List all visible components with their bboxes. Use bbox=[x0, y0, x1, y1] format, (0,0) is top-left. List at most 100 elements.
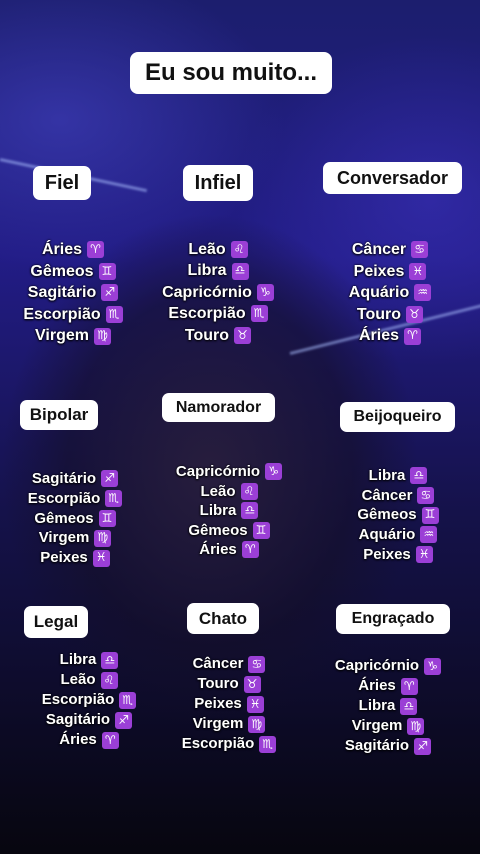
zodiac-symbol-icon: ♊ bbox=[252, 521, 270, 539]
sign-name: Capricórnio bbox=[162, 283, 252, 301]
zodiac-symbol-icon: ♏ bbox=[105, 306, 123, 324]
zodiac-symbol-icon: ♓ bbox=[92, 549, 110, 567]
zodiac-symbol-icon: ♈ bbox=[241, 541, 259, 559]
sign-name: Libra bbox=[199, 502, 237, 519]
sign-row: Virgem ♍ bbox=[39, 528, 112, 548]
sign-row: Capricórnio ♑ bbox=[334, 656, 442, 676]
sign-name: Libra bbox=[59, 651, 97, 668]
sign-name: Touro bbox=[356, 305, 402, 323]
sign-row: Peixes ♓ bbox=[354, 261, 427, 283]
sign-name: Escorpião bbox=[168, 305, 246, 323]
zodiac-symbol-icon: ♐ bbox=[101, 470, 119, 488]
zodiac-symbol-icon: ♑ bbox=[265, 463, 283, 481]
sign-row: Capricórnio ♑ bbox=[175, 462, 283, 482]
sign-name: Capricórnio bbox=[334, 657, 420, 674]
zodiac-symbol-icon: ♎ bbox=[231, 262, 249, 280]
zodiac-symbol-icon: ♎ bbox=[410, 467, 428, 485]
title-label: Eu sou muito... bbox=[130, 52, 332, 94]
sign-list-legal: Libra ♎ Leão ♌ Escorpião ♏ Sagitário ♐ Áries ♈ bbox=[28, 650, 150, 750]
label-beijoqueiro: Beijoqueiro bbox=[340, 402, 455, 432]
sign-row: Áries ♈ bbox=[41, 239, 105, 261]
sign-list-beijoqueiro: Libra ♎ Câncer ♋ Gêmeos ♊ Aquário ♒ Peixes ♓ bbox=[336, 466, 460, 565]
sign-name: Touro bbox=[184, 326, 230, 344]
sign-row: Virgem ♍ bbox=[193, 714, 266, 734]
zodiac-symbol-icon: ♎ bbox=[241, 502, 259, 520]
sign-list-conversador: Câncer ♋ Peixes ♓ Aquário ♒ Touro ♉ Áries ♈ bbox=[328, 239, 452, 347]
sign-list-chato: Câncer ♋ Touro ♉ Peixes ♓ Virgem ♍ Escorpião ♏ bbox=[164, 654, 294, 754]
sign-name: Aquário bbox=[348, 284, 410, 302]
sign-name: Peixes bbox=[363, 545, 411, 563]
zodiac-symbol-icon: ♍ bbox=[248, 715, 266, 733]
sign-row: Capricórnio ♑ bbox=[162, 282, 274, 303]
zodiac-symbol-icon: ♌ bbox=[230, 241, 248, 259]
sign-list-namorador: Capricórnio ♑ Leão ♌ Libra ♎ Gêmeos ♊ Áries ♈ bbox=[164, 462, 294, 560]
sign-row: Leão ♌ bbox=[60, 670, 118, 690]
sign-row: Sagitário ♐ bbox=[45, 710, 133, 730]
sign-name: Câncer bbox=[192, 655, 244, 672]
label-fiel: Fiel bbox=[33, 166, 91, 200]
sign-name: Virgem bbox=[38, 529, 90, 547]
sign-row: Sagitário ♐ bbox=[344, 736, 432, 756]
zodiac-symbol-icon: ♍ bbox=[94, 529, 112, 547]
zodiac-symbol-icon: ♈ bbox=[87, 241, 105, 259]
sign-name: Libra bbox=[368, 467, 406, 484]
zodiac-symbol-icon: ♏ bbox=[250, 305, 268, 323]
sign-list-fiel: Áries ♈ Gêmeos ♊ Sagitário ♐ Escorpião ♏ Virgem ♍ bbox=[12, 239, 134, 347]
sign-name: Áries bbox=[41, 241, 83, 258]
zodiac-symbol-icon: ♏ bbox=[105, 490, 123, 508]
zodiac-symbol-icon: ♑ bbox=[256, 284, 274, 302]
sign-name: Peixes bbox=[40, 549, 88, 567]
sign-row: Libra ♎ bbox=[359, 696, 418, 716]
sign-row: Câncer ♋ bbox=[351, 239, 429, 261]
sign-name: Leão bbox=[200, 482, 236, 500]
sign-row: Sagitário ♐ bbox=[31, 469, 119, 489]
zodiac-symbol-icon: ♐ bbox=[101, 284, 119, 302]
sign-name: Sagitário bbox=[45, 711, 111, 728]
sign-name: Escorpião bbox=[41, 691, 115, 708]
sign-name: Áries bbox=[358, 327, 400, 345]
sign-name: Gêmeos bbox=[30, 262, 94, 280]
sign-name: Gêmeos bbox=[357, 506, 417, 524]
sign-row: Libra ♎ bbox=[187, 260, 249, 281]
label-legal: Legal bbox=[24, 606, 88, 638]
label-bipolar: Bipolar bbox=[20, 400, 98, 430]
zodiac-symbol-icon: ♏ bbox=[259, 735, 277, 753]
zodiac-symbol-icon: ♓ bbox=[246, 695, 264, 713]
zodiac-symbol-icon: ♏ bbox=[119, 691, 137, 709]
sign-name: Virgem bbox=[35, 327, 89, 345]
sign-row: Escorpião ♏ bbox=[168, 303, 268, 324]
sign-name: Câncer bbox=[361, 486, 413, 504]
sign-name: Libra bbox=[187, 262, 227, 280]
zodiac-symbol-icon: ♓ bbox=[415, 546, 433, 564]
sign-row: Peixes ♓ bbox=[194, 694, 264, 714]
sign-row: Peixes ♓ bbox=[363, 545, 433, 565]
sign-row: Touro ♉ bbox=[197, 674, 261, 694]
sign-row: Escorpião ♏ bbox=[42, 690, 137, 710]
sign-row: Aquário ♒ bbox=[359, 525, 438, 545]
sign-name: Escorpião bbox=[181, 735, 255, 752]
sign-name: Gêmeos bbox=[34, 509, 94, 527]
zodiac-symbol-icon: ♐ bbox=[414, 737, 432, 755]
sign-name: Sagitário bbox=[31, 470, 97, 487]
sign-name: Sagitário bbox=[344, 737, 410, 754]
sign-name: Capricórnio bbox=[175, 463, 261, 480]
sign-name: Áries bbox=[358, 677, 396, 694]
sign-row: Aquário ♒ bbox=[348, 282, 432, 304]
sign-list-engracado: Capricórnio ♑ Áries ♈ Libra ♎ Virgem ♍ Sagitário… bbox=[326, 656, 450, 756]
zodiac-symbol-icon: ♒ bbox=[420, 526, 438, 544]
sign-list-infiel: Leão ♌ Libra ♎ Capricórnio ♑ Escorpião ♏ Touro ♉ bbox=[153, 239, 283, 346]
label-chato: Chato bbox=[187, 603, 259, 634]
zodiac-symbol-icon: ♎ bbox=[400, 697, 418, 715]
sign-row: Peixes ♓ bbox=[40, 548, 110, 568]
sign-name: Câncer bbox=[351, 241, 407, 258]
zodiac-symbol-icon: ♊ bbox=[421, 506, 439, 524]
sign-row: Áries ♈ bbox=[358, 676, 418, 696]
zodiac-symbol-icon: ♌ bbox=[240, 482, 258, 500]
sign-name: Aquário bbox=[358, 526, 416, 544]
zodiac-symbol-icon: ♊ bbox=[98, 509, 116, 527]
sign-name: Peixes bbox=[194, 695, 242, 712]
sign-row: Touro ♉ bbox=[356, 304, 424, 326]
sign-name: Leão bbox=[60, 671, 96, 688]
zodiac-symbol-icon: ♉ bbox=[234, 326, 252, 344]
zodiac-symbol-icon: ♒ bbox=[414, 284, 432, 302]
